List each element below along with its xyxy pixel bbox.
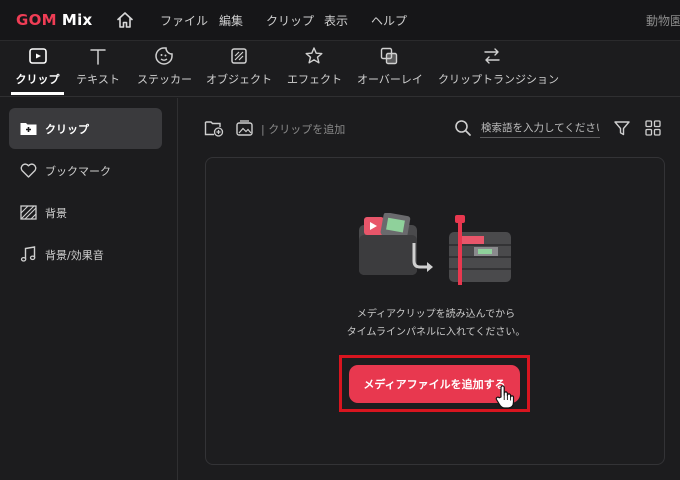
sidebar-item-bgm-sfx[interactable]: 背景/効果音 [9,234,162,275]
tab-label: テキスト [76,73,120,86]
tab-effect[interactable]: エフェクト [287,41,342,97]
filter-icon[interactable] [613,119,631,137]
tab-clip[interactable]: クリップ [11,41,64,97]
search-input[interactable] [480,118,600,138]
menu-clip[interactable]: クリップ [266,12,314,29]
logo-mix: Mix [61,11,93,29]
active-tab-indicator [11,92,64,95]
search-icon[interactable] [454,119,472,137]
tab-object[interactable]: オブジェクト [206,41,272,97]
hint-text-line1: メディアクリップを読み込んでから [356,309,516,320]
add-folder-icon[interactable] [204,119,224,137]
import-illustration [359,213,511,285]
tab-sticker[interactable]: ステッカー [137,41,192,97]
grid-view-icon[interactable] [644,119,662,137]
tab-label: ステッカー [137,73,192,86]
sidebar: クリップ ブックマーク 背景 背景/効果音 [0,98,178,480]
sidebar-item-label: 背景 [45,207,67,220]
logo-gom: GOM [16,11,57,29]
object-icon [231,48,247,64]
effect-icon [305,47,323,64]
menu-help[interactable]: ヘルプ [371,12,407,29]
tab-label: オブジェクト [206,73,272,86]
tab-text[interactable]: テキスト [74,41,122,97]
media-drop-zone[interactable]: メディアクリップを読み込んでから タイムラインパネルに入れてください。 メディア… [205,157,665,465]
home-icon[interactable] [115,10,135,30]
hatched-square-icon [20,205,37,220]
hand-cursor-icon [495,385,515,409]
tab-label: オーバーレイ [357,73,423,86]
media-panel: | クリップを追加 検索語を入力してください。 メディアクリップを読み込んでから… [179,98,680,480]
sidebar-item-label: ブックマーク [45,165,111,178]
sidebar-item-label: クリップ [45,123,89,136]
heart-icon [20,163,37,178]
menu-bar: GOM Mix ファイル 編集 クリップ 表示 ヘルプ 動物園 [0,0,680,41]
menu-edit[interactable]: 編集 [219,12,243,29]
app-logo: GOM Mix [16,11,93,29]
add-image-icon[interactable] [235,119,255,137]
sidebar-item-clip[interactable]: クリップ [9,108,162,149]
tool-tab-bar: クリップ テキスト ステッカー オブジェクト エフェクト オーバーレイ クリップ… [0,41,680,97]
tab-overlay[interactable]: オーバーレイ [357,41,423,97]
sidebar-item-bookmark[interactable]: ブックマーク [9,150,162,191]
hint-text-line2: タイムラインパネルに入れてください。 [346,327,526,338]
project-title: 動物園 [646,14,680,28]
add-folder-icon [20,123,37,135]
overlay-icon [380,47,398,65]
transition-icon [484,48,500,64]
clip-icon [28,48,47,64]
menu-file[interactable]: ファイル [160,12,208,29]
text-icon [90,49,106,65]
tab-label: クリップ [15,73,60,86]
sidebar-item-label: 背景/効果音 [45,249,104,262]
add-clip-label[interactable]: | クリップを追加 [261,121,345,137]
tab-label: エフェクト [287,73,342,86]
menu-view[interactable]: 表示 [324,12,348,29]
sidebar-item-background[interactable]: 背景 [9,192,162,233]
tab-label: クリップトランジション [438,73,559,86]
tab-clip-transition[interactable]: クリップトランジション [438,41,559,97]
music-note-icon [20,246,36,262]
sticker-icon [155,47,173,65]
